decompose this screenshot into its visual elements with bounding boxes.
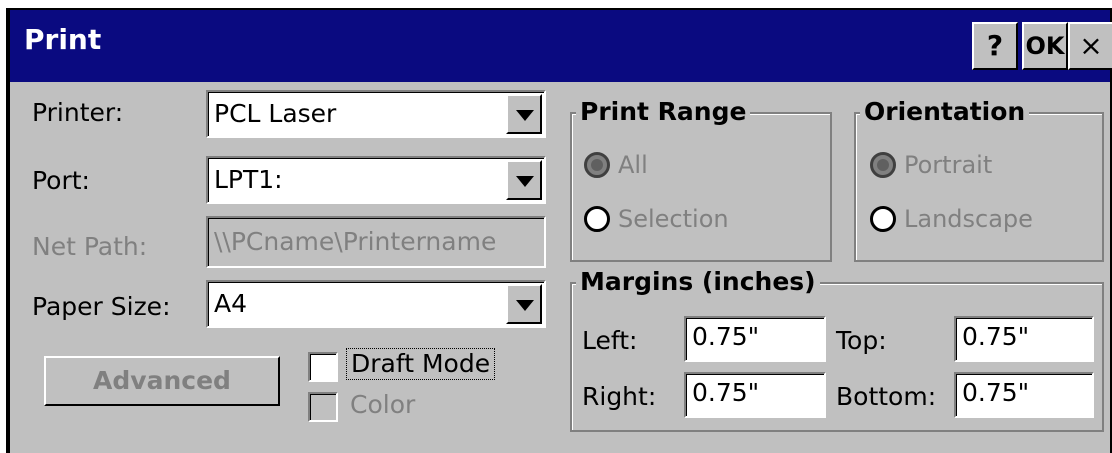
draft-mode-checkbox[interactable] — [308, 352, 338, 382]
port-dropdown-button[interactable] — [506, 160, 542, 200]
port-dropdown[interactable]: LPT1: — [206, 156, 546, 204]
chevron-down-icon — [516, 110, 534, 121]
color-label: Color — [350, 390, 416, 419]
window-title: Print — [24, 23, 102, 56]
margin-bottom-input[interactable]: 0.75" — [954, 372, 1094, 418]
advanced-button[interactable]: Advanced — [44, 356, 280, 406]
chevron-down-icon — [516, 176, 534, 187]
margin-top-label: Top: — [836, 326, 887, 355]
margin-left-label: Left: — [582, 326, 638, 355]
title-bar: Print ? OK × — [10, 10, 1112, 82]
margins-group: Margins (inches) Left: 0.75" Top: 0.75" … — [570, 267, 1104, 432]
margin-right-input[interactable]: 0.75" — [684, 372, 826, 418]
net-path-field: \\PCname\Printername — [206, 216, 546, 268]
margin-left-input[interactable]: 0.75" — [684, 316, 826, 362]
paper-size-dropdown-button[interactable] — [506, 284, 542, 324]
printer-dropdown-button[interactable] — [506, 94, 542, 134]
help-button[interactable]: ? — [972, 22, 1018, 70]
paper-size-dropdown[interactable]: A4 — [206, 280, 546, 328]
print-range-group: Print Range All Selection — [570, 97, 832, 262]
color-checkbox — [308, 392, 338, 422]
portrait-radio[interactable] — [870, 152, 896, 178]
selection-label: Selection — [618, 205, 729, 233]
close-button[interactable]: × — [1068, 22, 1112, 70]
net-path-value: \\PCname\Printername — [214, 227, 497, 256]
paper-size-value: A4 — [214, 289, 248, 318]
landscape-label: Landscape — [904, 205, 1033, 233]
portrait-label: Portrait — [904, 151, 993, 179]
margin-top-input[interactable]: 0.75" — [954, 316, 1094, 362]
port-value: LPT1: — [214, 165, 283, 194]
ok-button[interactable]: OK — [1022, 22, 1068, 70]
print-range-title: Print Range — [576, 97, 751, 127]
margin-right-label: Right: — [582, 382, 657, 411]
net-path-label: Net Path: — [32, 232, 148, 261]
all-label: All — [618, 151, 648, 179]
orientation-title: Orientation — [860, 97, 1030, 127]
draft-mode-label[interactable]: Draft Mode — [346, 348, 496, 380]
paper-size-label: Paper Size: — [32, 292, 171, 321]
printer-dropdown[interactable]: PCL Laser — [206, 90, 546, 138]
print-dialog: Print ? OK × Printer: PCL Laser Port: LP… — [6, 8, 1112, 453]
port-label: Port: — [32, 166, 90, 195]
printer-label: Printer: — [32, 98, 124, 127]
margin-bottom-label: Bottom: — [836, 382, 937, 411]
landscape-radio[interactable] — [870, 206, 896, 232]
chevron-down-icon — [516, 300, 534, 311]
printer-value: PCL Laser — [214, 99, 337, 128]
margins-title: Margins (inches) — [576, 267, 820, 297]
all-radio[interactable] — [584, 152, 610, 178]
selection-radio[interactable] — [584, 206, 610, 232]
orientation-group: Orientation Portrait Landscape — [854, 97, 1104, 262]
